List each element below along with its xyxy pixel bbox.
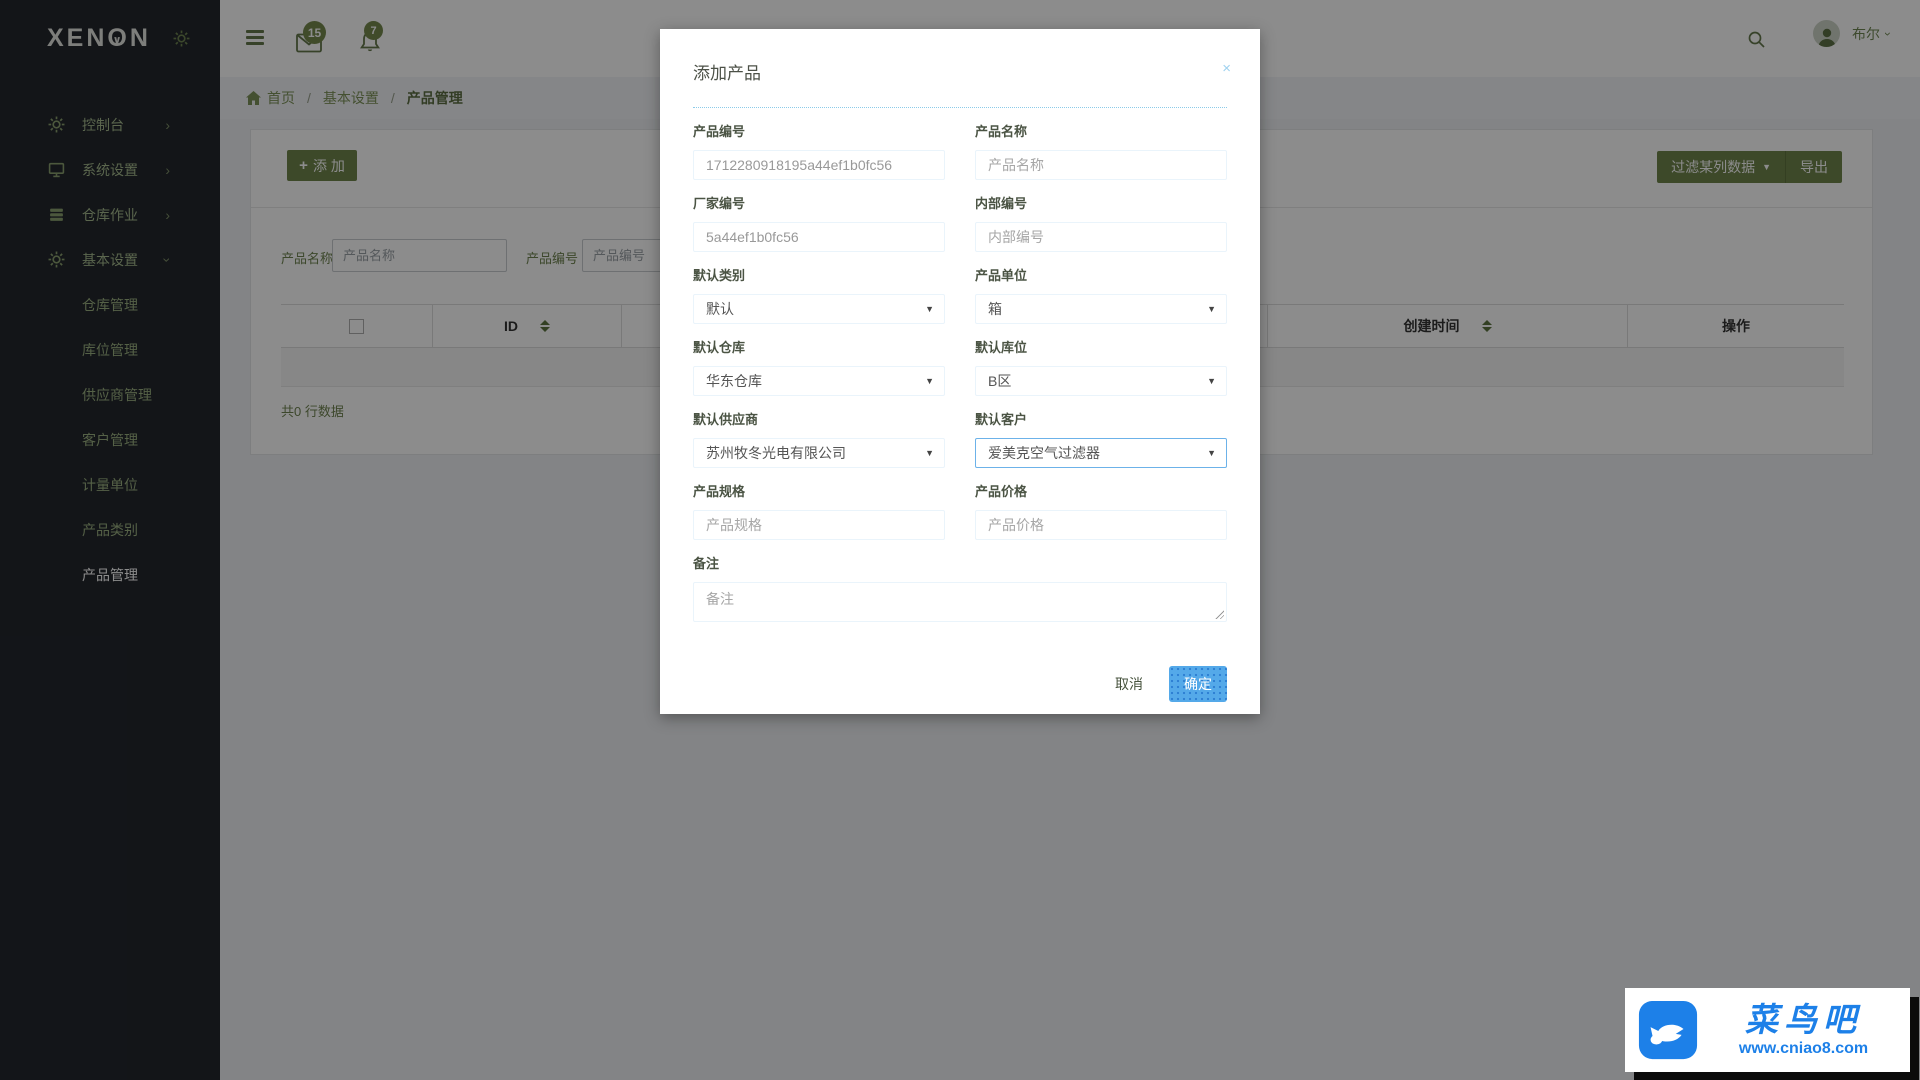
caret-down-icon: ▼ <box>1207 376 1216 386</box>
default-category-select[interactable]: 默认 ▼ <box>693 294 945 324</box>
close-icon[interactable]: × <box>1222 61 1231 76</box>
caret-down-icon: ▼ <box>925 304 934 314</box>
caret-down-icon: ▼ <box>925 376 934 386</box>
caret-down-icon: ▼ <box>1207 304 1216 314</box>
default-supplier-value: 苏州牧冬光电有限公司 <box>706 445 846 461</box>
default-supplier-select[interactable]: 苏州牧冬光电有限公司 ▼ <box>693 438 945 468</box>
default-location-value: B区 <box>988 373 1012 389</box>
caret-down-icon: ▼ <box>925 448 934 458</box>
product-spec-input[interactable] <box>693 510 945 540</box>
product-name-label: 产品名称 <box>975 124 1028 139</box>
default-warehouse-value: 华东仓库 <box>706 373 762 389</box>
default-category-value: 默认 <box>706 301 734 317</box>
product-code-label: 产品编号 <box>693 124 746 139</box>
caret-down-icon: ▼ <box>1207 448 1216 458</box>
modal-header: 添加产品 × <box>693 59 1231 84</box>
default-warehouse-select[interactable]: 华东仓库 ▼ <box>693 366 945 396</box>
product-unit-value: 箱 <box>988 301 1002 317</box>
factory-code-label: 厂家编号 <box>693 196 746 211</box>
default-customer-select[interactable]: 爱美克空气过滤器 ▼ <box>975 438 1227 468</box>
product-spec-label: 产品规格 <box>693 484 746 499</box>
watermark-title: 菜鸟吧 <box>1745 1000 1862 1038</box>
confirm-button[interactable]: 确定 <box>1169 666 1227 702</box>
default-warehouse-label: 默认仓库 <box>693 340 746 355</box>
modal-title: 添加产品 <box>693 64 761 83</box>
default-category-label: 默认类别 <box>693 268 746 283</box>
watermark-url: www.cniao8.com <box>1738 1040 1869 1058</box>
product-price-label: 产品价格 <box>975 484 1028 499</box>
watermark-card: 菜鸟吧 www.cniao8.com <box>1625 988 1910 1072</box>
internal-code-input[interactable] <box>975 222 1227 252</box>
default-location-select[interactable]: B区 ▼ <box>975 366 1227 396</box>
add-product-modal: 添加产品 × 产品编号 产品名称 厂家编号 内部编号 默认类别 默认 ▼ <box>660 29 1260 714</box>
product-name-input[interactable] <box>975 150 1227 180</box>
cancel-button[interactable]: 取消 <box>1109 667 1149 701</box>
default-location-label: 默认库位 <box>975 340 1028 355</box>
product-unit-select[interactable]: 箱 ▼ <box>975 294 1227 324</box>
bird-logo-icon <box>1637 999 1699 1061</box>
modal-footer: 取消 确定 <box>693 666 1227 702</box>
default-customer-label: 默认客户 <box>975 412 1028 427</box>
product-code-input[interactable] <box>693 150 945 180</box>
remark-label: 备注 <box>693 556 720 571</box>
default-customer-value: 爱美克空气过滤器 <box>988 445 1100 461</box>
product-price-input[interactable] <box>975 510 1227 540</box>
default-supplier-label: 默认供应商 <box>693 412 759 427</box>
product-unit-label: 产品单位 <box>975 268 1028 283</box>
remark-textarea[interactable] <box>693 582 1227 622</box>
internal-code-label: 内部编号 <box>975 196 1028 211</box>
factory-code-input[interactable] <box>693 222 945 252</box>
